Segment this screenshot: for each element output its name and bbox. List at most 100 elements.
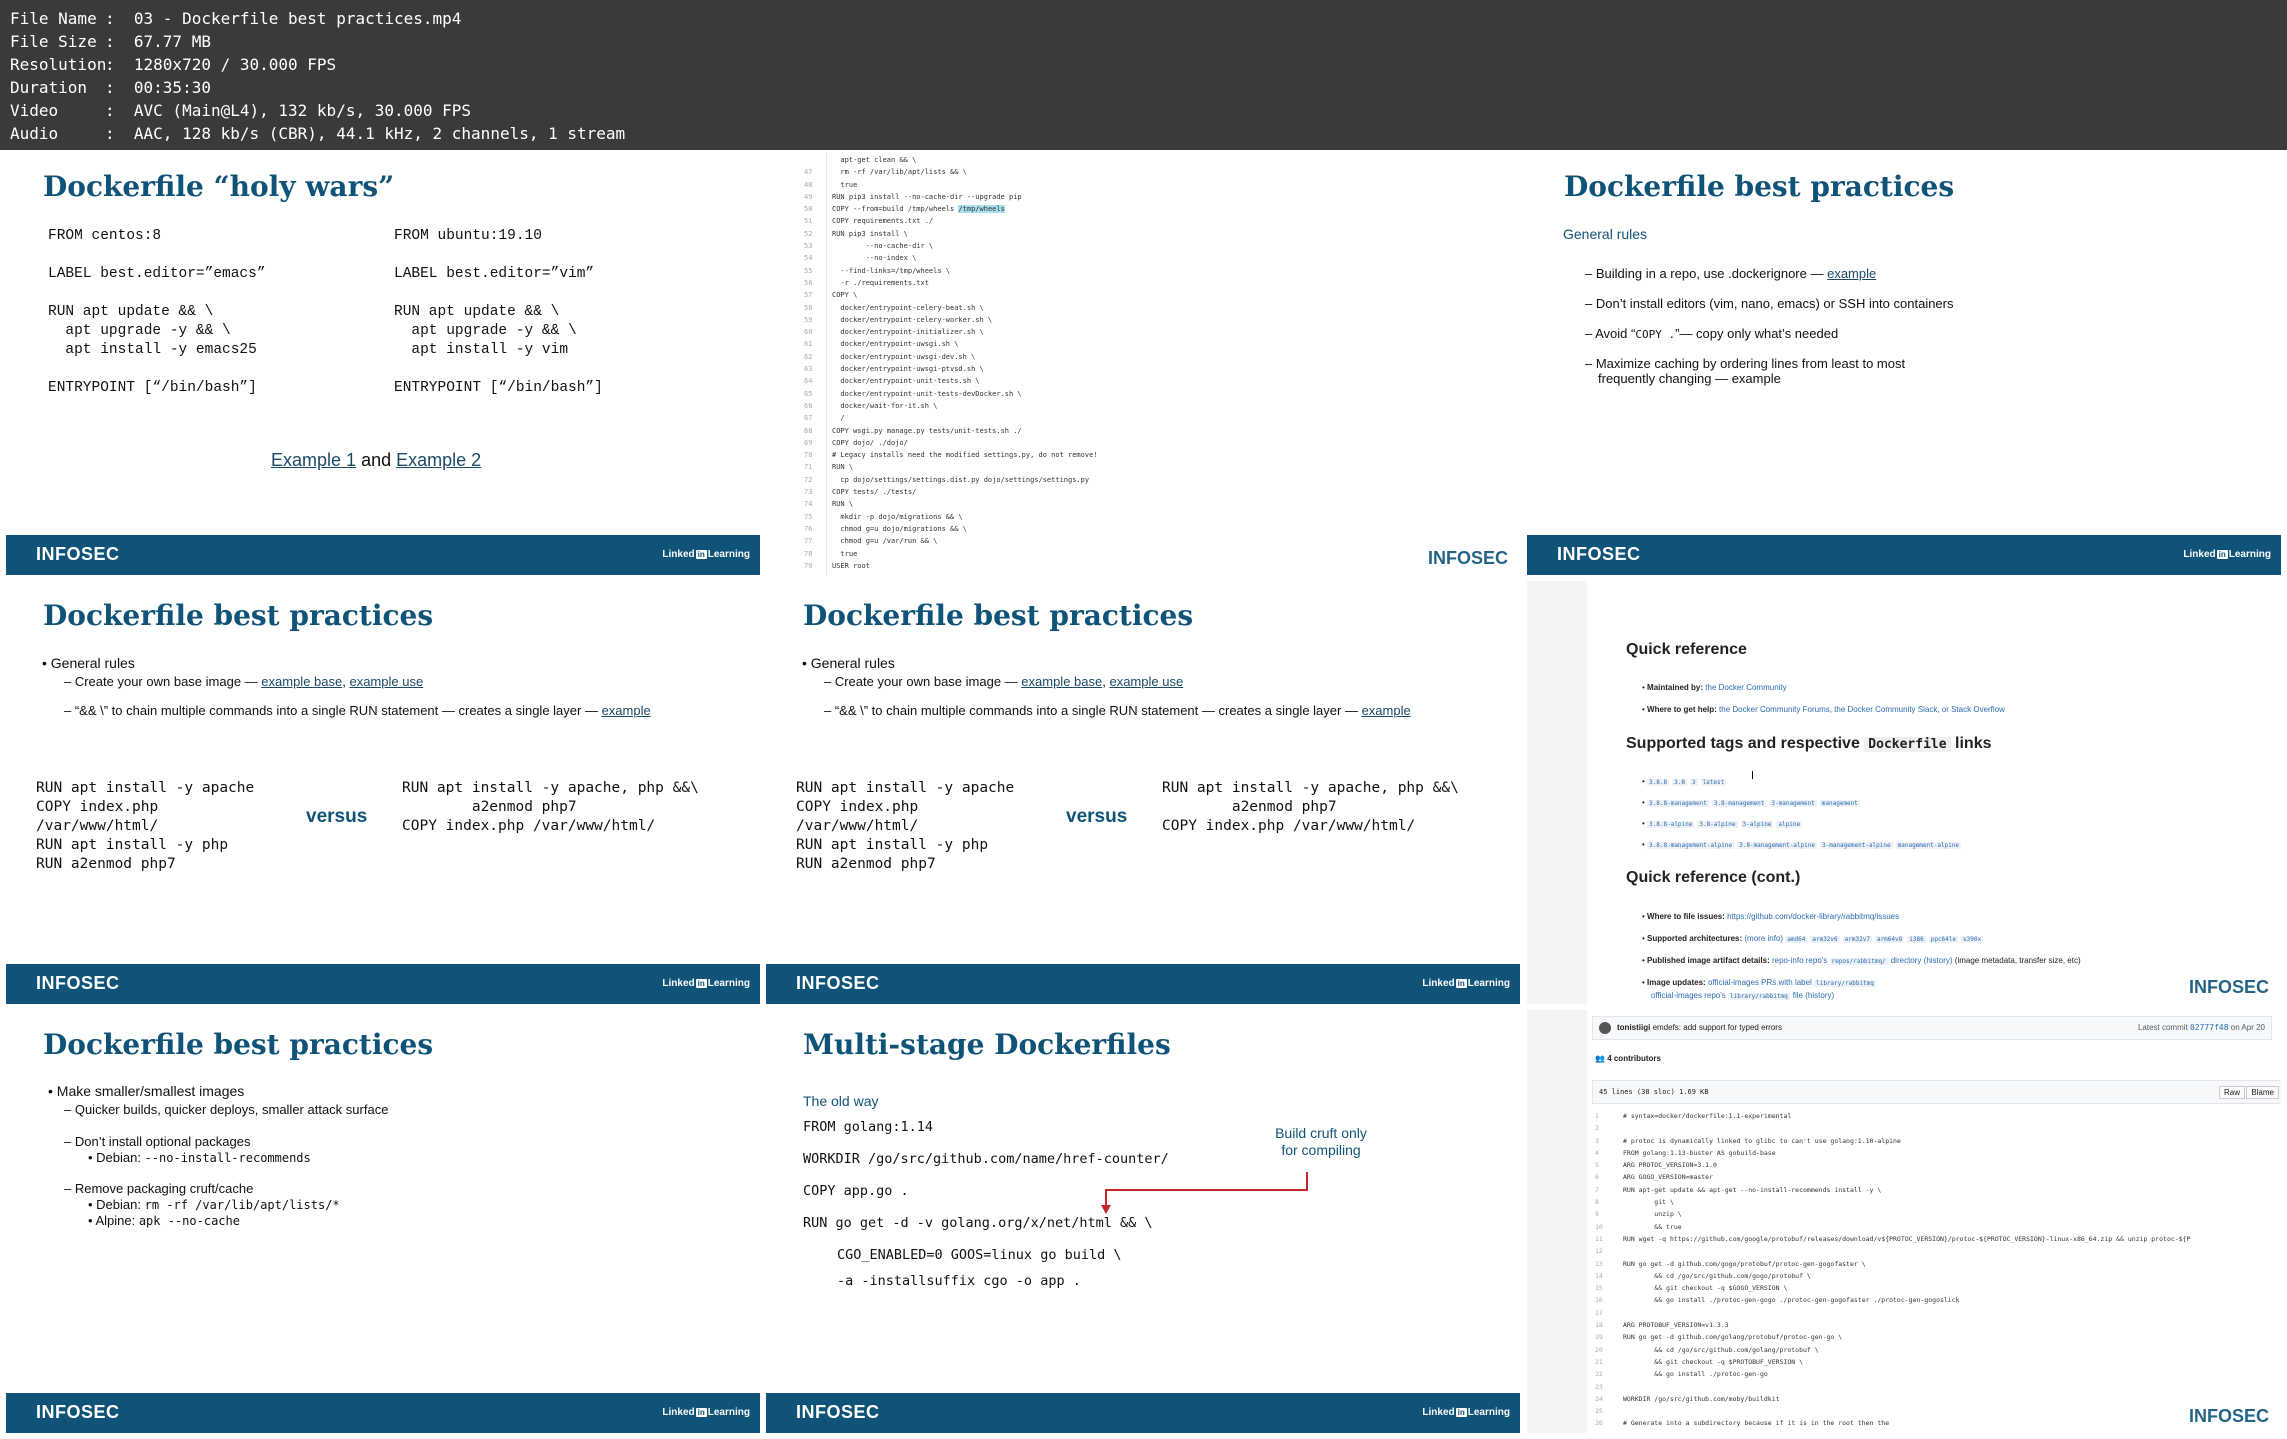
code-line: 49 RUN pip3 install --no-cache-dir --upgr… — [804, 192, 1022, 201]
example-link[interactable]: example — [1827, 266, 1876, 281]
code-line: 15 && git checkout -q $GOGO_VERSION \ — [1595, 1284, 1788, 1293]
bullet-quicker: – Quicker builds, quicker deploys, small… — [64, 1102, 389, 1117]
tag-list-1[interactable]: • 3.8.8 3.8 3 latest — [1642, 777, 1729, 786]
tag-list-4[interactable]: • 3.8.8-management-alpine 3.8-management-… — [1642, 840, 1964, 849]
commit-bar: tonistiigi emdefs: add support for typed… — [1592, 1016, 2272, 1040]
tag-link[interactable]: 3.8 — [1672, 779, 1687, 786]
infosec-logo: INFOSEC — [796, 1402, 880, 1422]
code-line: 1 # syntax=docker/dockerfile:1.1-experime… — [1595, 1112, 1792, 1120]
slide-footer: INFOSEC Linked in Learning — [6, 1393, 760, 1433]
arch-link[interactable]: arm32v7 — [1842, 936, 1872, 943]
tag-link[interactable]: 3-management-alpine — [1819, 842, 1893, 849]
slide-multi-stage: Multi-stage Dockerfiles The old way FROM… — [766, 1010, 1520, 1433]
tag-link[interactable]: management — [1819, 800, 1860, 807]
code-line: 52 RUN pip3 install \ — [804, 229, 908, 238]
arch-link[interactable]: s390x — [1961, 936, 1984, 943]
slide-footer: INFOSEC Linked in Learning — [1527, 535, 2281, 575]
commit-hash[interactable]: 02777f48 — [2190, 1023, 2229, 1032]
tag-link[interactable]: 3.8.8-management — [1647, 800, 1709, 807]
linkedin-learning-logo: Linked in Learning — [1422, 1407, 1510, 1418]
tag-link[interactable]: management-alpine — [1895, 842, 1962, 849]
code-line: 17 — [1595, 1308, 1603, 1317]
code-line: 5 ARG PROTOC_VERSION=3.1.0 — [1595, 1161, 1717, 1170]
code-chained-run: RUN apt install -y apache, php &&\ a2enm… — [1162, 780, 1459, 834]
bullet-remove-cruft: – Remove packaging cruft/cache — [64, 1181, 254, 1196]
tag-link[interactable]: alpine — [1776, 821, 1803, 828]
help-links[interactable]: the Docker Community Forums, the Docker … — [1719, 705, 2005, 714]
linkedin-learning-logo: Linked in Learning — [662, 978, 750, 989]
issues-link[interactable]: https://github.com/docker-library/rabbit… — [1727, 912, 1899, 921]
file-metadata-panel: File Name: 03 - Dockerfile best practice… — [0, 0, 2287, 150]
commit-author[interactable]: tonistiigi — [1617, 1023, 1650, 1032]
example-link[interactable]: example — [602, 703, 651, 718]
example-base-link[interactable]: example base — [261, 674, 342, 689]
linkedin-learning-logo: Linked in Learning — [1422, 978, 1510, 989]
infosec-watermark: INFOSEC — [1427, 548, 1508, 568]
tag-link[interactable]: 3-management — [1769, 800, 1817, 807]
tag-link[interactable]: 3.8-management-alpine — [1737, 842, 1817, 849]
tag-link[interactable]: 3-alpine — [1740, 821, 1774, 828]
bullet-dockerignore: – Building in a repo, use .dockerignore … — [1585, 266, 1877, 281]
example-base-link[interactable]: example base — [1021, 674, 1102, 689]
tag-link[interactable]: 3.8-alpine — [1697, 821, 1738, 828]
raw-button[interactable]: Raw — [2218, 1086, 2245, 1099]
tag-link[interactable]: 3.8-management — [1711, 800, 1767, 807]
example-2-link[interactable]: Example 2 — [396, 450, 481, 470]
arch-link[interactable]: amd64 — [1785, 936, 1808, 943]
bullet-general-rules: • General rules — [42, 655, 135, 671]
bullet-optional: – Don’t install optional packages — [64, 1134, 251, 1149]
blame-button[interactable]: Blame — [2246, 1086, 2279, 1099]
docker-community-link[interactable]: the Docker Community — [1705, 683, 1786, 692]
code-line: 19 RUN go get -d github.com/golang/protob… — [1595, 1333, 1843, 1342]
slide-footer: INFOSEC Linked in Learning — [766, 964, 1520, 1004]
tag-link[interactable]: 3.8.8 — [1647, 779, 1670, 786]
example-link[interactable]: example — [1362, 703, 1411, 718]
code-line: 21 && git checkout -q $PROTOBUF_VERSION … — [1595, 1357, 1804, 1366]
dockerfile-code: apt-get clean && \ 47 rm -rf /var/lib/apt… — [804, 154, 1098, 572]
tag-list-3[interactable]: • 3.8.8-alpine 3.8-alpine 3-alpine alpine — [1642, 819, 1805, 828]
code-line: 77 chmod g=u /var/run && \ — [804, 537, 938, 546]
code-line: 11 RUN wget -q https://github.com/google/… — [1595, 1234, 2191, 1243]
code-line: 64 docker/entrypoint-unit-tests.sh \ — [804, 377, 980, 386]
arch-link[interactable]: arm64v8 — [1874, 936, 1905, 943]
tag-link[interactable]: 3.8.8-alpine — [1647, 821, 1695, 828]
slide-code-listing: apt-get clean && \ 47 rm -rf /var/lib/apt… — [766, 152, 1520, 575]
infosec-logo: INFOSEC — [36, 1402, 120, 1422]
code-line: 48 true — [804, 180, 858, 189]
code-line: 12 — [1595, 1247, 1603, 1256]
bullet-caching-cont: frequently changing — example — [1598, 371, 1781, 386]
code-line: 6 ARG GOGO_VERSION=master — [1595, 1173, 1714, 1182]
code-line: 57 COPY \ — [804, 291, 858, 300]
file-header: 45 lines (38 sloc) 1.69 KB Raw Blame — [1592, 1080, 2281, 1104]
tag-link[interactable]: latest — [1700, 779, 1727, 786]
arch-link[interactable]: arm32v6 — [1810, 936, 1840, 943]
example-use-link[interactable]: example use — [1109, 674, 1183, 689]
bullet-debian-rm: • Debian: rm -rf /var/lib/apt/lists/* — [88, 1197, 340, 1212]
code-line: 71 RUN \ — [804, 463, 854, 472]
code-line: 55 --find-links=/tmp/wheels \ — [804, 266, 951, 275]
slide-title: Dockerfile best practices — [43, 599, 434, 632]
code-line: 9 unzip \ — [1595, 1210, 1682, 1219]
meta-row: Video: AVC (Main@L4), 132 kb/s, 30.000 F… — [10, 101, 472, 120]
annotation-arrow — [1101, 1172, 1308, 1214]
example-1-link[interactable]: Example 1 — [271, 450, 356, 470]
slide-title: Dockerfile best practices — [43, 1028, 434, 1061]
slide-best-practices-1: Dockerfile best practices General rules … — [1527, 152, 2281, 575]
arch-link[interactable]: ppc64le — [1928, 936, 1958, 943]
tag-link[interactable]: 3 — [1689, 779, 1698, 786]
infosec-watermark: INFOSEC — [2188, 977, 2269, 997]
tag-link[interactable]: 3.8.8-management-alpine — [1647, 842, 1735, 849]
infosec-logo: INFOSEC — [36, 973, 120, 993]
code-line: 3 # protoc is dynamically linked to glibc… — [1595, 1136, 1901, 1145]
arch-link[interactable]: i386 — [1907, 936, 1926, 943]
meta-row: File Size: 67.77 MB — [10, 32, 211, 51]
code-separate-runs: RUN apt install -y apache COPY index.php… — [36, 780, 255, 872]
avatar — [1599, 1022, 1611, 1034]
contributors[interactable]: 👥 4 contributors — [1595, 1054, 1661, 1063]
code-line: 25 — [1595, 1407, 1603, 1416]
example-use-link[interactable]: example use — [349, 674, 423, 689]
tag-list-2[interactable]: • 3.8.8-management 3.8-management 3-manage… — [1642, 798, 1863, 807]
code-separate-runs: RUN apt install -y apache COPY index.php… — [796, 780, 1015, 872]
commit-message[interactable]: emdefs: add support for typed errors — [1653, 1023, 1782, 1032]
meta-row: Resolution: 1280x720 / 30.000 FPS — [10, 55, 337, 74]
